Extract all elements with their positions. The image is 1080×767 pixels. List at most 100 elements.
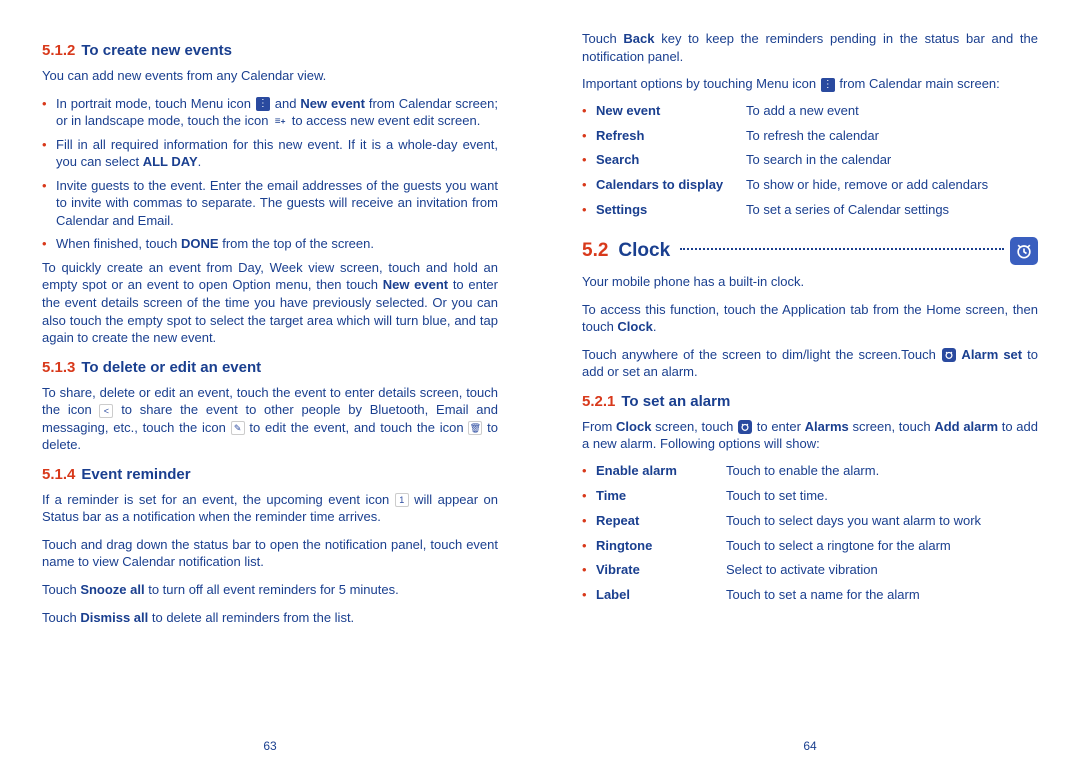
new-event-icon: ≡+ bbox=[273, 115, 287, 129]
edit-icon: ✎ bbox=[231, 421, 245, 435]
option-row: •Enable alarmTouch to enable the alarm. bbox=[582, 463, 1038, 480]
option-row: •RingtoneTouch to select a ringtone for … bbox=[582, 538, 1038, 555]
option-label: Search bbox=[596, 152, 746, 169]
option-desc: Touch to set a name for the alarm bbox=[726, 587, 1038, 604]
options-list: •New eventTo add a new event•RefreshTo r… bbox=[582, 103, 1038, 219]
heading-num: 5.2 bbox=[582, 240, 608, 262]
list-text: When finished, touch DONE from the top o… bbox=[56, 235, 498, 253]
heading-5-1-2: 5.1.2 To create new events bbox=[42, 42, 498, 59]
list-text: Invite guests to the event. Enter the em… bbox=[56, 177, 498, 230]
bullet-icon: • bbox=[582, 128, 596, 145]
option-label: Time bbox=[596, 488, 726, 505]
option-label: Calendars to display bbox=[596, 177, 746, 194]
option-desc: Select to activate vibration bbox=[726, 562, 1038, 579]
paragraph: Your mobile phone has a built-in clock. bbox=[582, 273, 1038, 291]
bullet-icon: • bbox=[582, 562, 596, 579]
bullet-icon: • bbox=[582, 513, 596, 530]
options-list: •Enable alarmTouch to enable the alarm.•… bbox=[582, 463, 1038, 604]
paragraph: If a reminder is set for an event, the u… bbox=[42, 491, 498, 526]
option-desc: Touch to set time. bbox=[726, 488, 1038, 505]
paragraph: Important options by touching Menu icon … bbox=[582, 75, 1038, 93]
share-icon: < bbox=[99, 404, 113, 418]
list-item: • When finished, touch DONE from the top… bbox=[42, 235, 498, 253]
option-desc: Touch to enable the alarm. bbox=[726, 463, 1038, 480]
paragraph: From Clock screen, touch to enter Alarms… bbox=[582, 418, 1038, 453]
option-label: Refresh bbox=[596, 128, 746, 145]
menu-icon: ⋮ bbox=[821, 78, 835, 92]
page-right: Touch Back key to keep the reminders pen… bbox=[540, 0, 1080, 767]
heading-num: 5.1.2 bbox=[42, 42, 75, 59]
paragraph: To share, delete or edit an event, touch… bbox=[42, 384, 498, 454]
heading-title: To delete or edit an event bbox=[81, 359, 261, 376]
bullet-icon: • bbox=[582, 463, 596, 480]
heading-5-2: 5.2 Clock bbox=[582, 237, 1038, 265]
paragraph: To quickly create an event from Day, Wee… bbox=[42, 259, 498, 347]
option-row: •SettingsTo set a series of Calendar set… bbox=[582, 202, 1038, 219]
option-desc: To search in the calendar bbox=[746, 152, 1038, 169]
paragraph: To access this function, touch the Appli… bbox=[582, 301, 1038, 336]
paragraph: You can add new events from any Calendar… bbox=[42, 67, 498, 85]
paragraph: Touch and drag down the status bar to op… bbox=[42, 536, 498, 571]
option-row: •VibrateSelect to activate vibration bbox=[582, 562, 1038, 579]
list-item: • In portrait mode, touch Menu icon ⋮ an… bbox=[42, 95, 498, 130]
heading-title: Clock bbox=[618, 240, 670, 262]
bullet-icon: • bbox=[582, 177, 596, 194]
option-row: •RefreshTo refresh the calendar bbox=[582, 128, 1038, 145]
bullet-icon: • bbox=[42, 95, 56, 130]
option-desc: To set a series of Calendar settings bbox=[746, 202, 1038, 219]
leader-dots bbox=[680, 248, 1004, 250]
option-label: New event bbox=[596, 103, 746, 120]
list-text: Fill in all required information for thi… bbox=[56, 136, 498, 171]
page-number: 63 bbox=[0, 739, 540, 753]
option-label: Label bbox=[596, 587, 726, 604]
list-item: • Invite guests to the event. Enter the … bbox=[42, 177, 498, 230]
alarm-set-icon bbox=[942, 348, 956, 362]
page-number: 64 bbox=[540, 739, 1080, 753]
page-left: 5.1.2 To create new events You can add ne… bbox=[0, 0, 540, 767]
list-item: • Fill in all required information for t… bbox=[42, 136, 498, 171]
option-label: Settings bbox=[596, 202, 746, 219]
heading-num: 5.2.1 bbox=[582, 393, 615, 410]
delete-icon: 🗑 bbox=[468, 421, 482, 435]
option-row: •SearchTo search in the calendar bbox=[582, 152, 1038, 169]
reminder-icon: 1 bbox=[395, 493, 409, 507]
option-label: Enable alarm bbox=[596, 463, 726, 480]
option-row: •New eventTo add a new event bbox=[582, 103, 1038, 120]
heading-5-1-3: 5.1.3 To delete or edit an event bbox=[42, 359, 498, 376]
bullet-icon: • bbox=[42, 177, 56, 230]
clock-icon bbox=[1010, 237, 1038, 265]
option-row: •TimeTouch to set time. bbox=[582, 488, 1038, 505]
heading-title: To set an alarm bbox=[621, 393, 730, 410]
bullet-icon: • bbox=[582, 488, 596, 505]
list-text: In portrait mode, touch Menu icon ⋮ and … bbox=[56, 95, 498, 130]
heading-5-2-1: 5.2.1 To set an alarm bbox=[582, 393, 1038, 410]
bullet-icon: • bbox=[582, 103, 596, 120]
heading-num: 5.1.4 bbox=[42, 466, 75, 483]
option-label: Ringtone bbox=[596, 538, 726, 555]
option-row: •Calendars to displayTo show or hide, re… bbox=[582, 177, 1038, 194]
option-label: Vibrate bbox=[596, 562, 726, 579]
heading-title: To create new events bbox=[81, 42, 232, 59]
heading-title: Event reminder bbox=[81, 466, 190, 483]
bullet-icon: • bbox=[582, 538, 596, 555]
bullet-icon: • bbox=[582, 587, 596, 604]
bullet-icon: • bbox=[42, 136, 56, 171]
paragraph: Touch anywhere of the screen to dim/ligh… bbox=[582, 346, 1038, 381]
menu-icon: ⋮ bbox=[256, 97, 270, 111]
option-row: •LabelTouch to set a name for the alarm bbox=[582, 587, 1038, 604]
option-desc: To refresh the calendar bbox=[746, 128, 1038, 145]
bullet-icon: • bbox=[582, 152, 596, 169]
bullet-icon: • bbox=[582, 202, 596, 219]
bullet-icon: • bbox=[42, 235, 56, 253]
option-row: •RepeatTouch to select days you want ala… bbox=[582, 513, 1038, 530]
heading-num: 5.1.3 bbox=[42, 359, 75, 376]
option-label: Repeat bbox=[596, 513, 726, 530]
paragraph: Touch Dismiss all to delete all reminder… bbox=[42, 609, 498, 627]
paragraph: Touch Back key to keep the reminders pen… bbox=[582, 30, 1038, 65]
paragraph: Touch Snooze all to turn off all event r… bbox=[42, 581, 498, 599]
option-desc: To show or hide, remove or add calendars bbox=[746, 177, 1038, 194]
option-desc: To add a new event bbox=[746, 103, 1038, 120]
heading-5-1-4: 5.1.4 Event reminder bbox=[42, 466, 498, 483]
option-desc: Touch to select a ringtone for the alarm bbox=[726, 538, 1038, 555]
alarm-icon bbox=[738, 420, 752, 434]
